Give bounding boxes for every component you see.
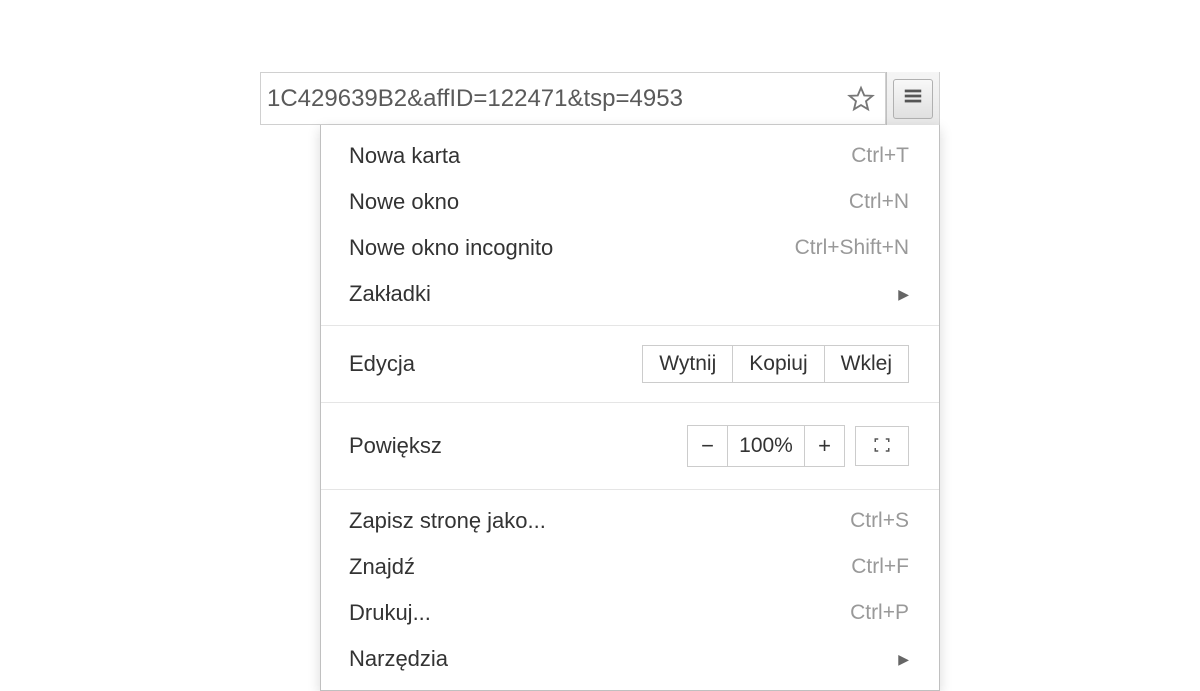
menu-label: Narzędzia [349, 646, 448, 672]
menu-section-page: Zapisz stronę jako... Ctrl+S Znajdź Ctrl… [321, 490, 939, 690]
paste-button[interactable]: Wklej [825, 345, 909, 383]
menu-label: Nowe okno [349, 189, 459, 215]
menu-item-print[interactable]: Drukuj... Ctrl+P [321, 590, 939, 636]
menu-label: Nowe okno incognito [349, 235, 553, 261]
menu-label: Edycja [349, 351, 415, 377]
zoom-controls: − 100% + [687, 425, 909, 467]
menu-item-new-window[interactable]: Nowe okno Ctrl+N [321, 179, 939, 225]
fullscreen-icon [871, 436, 893, 457]
zoom-in-button[interactable]: + [804, 426, 844, 466]
menu-label: Zapisz stronę jako... [349, 508, 546, 534]
main-menu-button[interactable] [886, 72, 939, 125]
menu-shortcut: Ctrl+T [851, 144, 909, 168]
zoom-out-button[interactable]: − [688, 426, 728, 466]
bookmark-star-icon[interactable] [847, 85, 875, 113]
menu-label: Nowa karta [349, 143, 460, 169]
menu-shortcut: Ctrl+P [850, 601, 909, 625]
menu-item-tools[interactable]: Narzędzia ▶ [321, 636, 939, 682]
zoom-stepper: − 100% + [687, 425, 845, 467]
zoom-value: 100% [728, 426, 804, 466]
browser-toolbar: 1C429639B2&affID=122471&tsp=4953 [260, 72, 940, 125]
menu-item-new-incognito[interactable]: Nowe okno incognito Ctrl+Shift+N [321, 225, 939, 271]
menu-shortcut: Ctrl+F [851, 555, 909, 579]
menu-shortcut: Ctrl+N [849, 190, 909, 214]
url-bar[interactable]: 1C429639B2&affID=122471&tsp=4953 [261, 73, 886, 124]
main-menu-dropdown: Nowa karta Ctrl+T Nowe okno Ctrl+N Nowe … [320, 125, 940, 691]
menu-shortcut: Ctrl+Shift+N [795, 236, 909, 260]
menu-item-zoom: Powiększ − 100% + [321, 411, 939, 481]
fullscreen-button[interactable] [855, 426, 909, 466]
menu-section-zoom: Powiększ − 100% + [321, 403, 939, 490]
browser-window: 1C429639B2&affID=122471&tsp=4953 [260, 72, 940, 125]
menu-item-edit: Edycja Wytnij Kopiuj Wklej [321, 334, 939, 394]
menu-shortcut: Ctrl+S [850, 509, 909, 533]
copy-button[interactable]: Kopiuj [733, 345, 824, 383]
menu-item-new-tab[interactable]: Nowa karta Ctrl+T [321, 133, 939, 179]
menu-item-save-page[interactable]: Zapisz stronę jako... Ctrl+S [321, 498, 939, 544]
menu-label: Powiększ [349, 433, 442, 459]
menu-label: Znajdź [349, 554, 415, 580]
chevron-right-icon: ▶ [898, 651, 909, 668]
menu-label: Zakładki [349, 281, 431, 307]
edit-button-group: Wytnij Kopiuj Wklej [642, 345, 909, 383]
menu-item-bookmarks[interactable]: Zakładki ▶ [321, 271, 939, 317]
menu-item-find[interactable]: Znajdź Ctrl+F [321, 544, 939, 590]
chevron-right-icon: ▶ [898, 286, 909, 303]
hamburger-icon [902, 85, 924, 112]
menu-section-edit: Edycja Wytnij Kopiuj Wklej [321, 326, 939, 403]
cut-button[interactable]: Wytnij [642, 345, 733, 383]
menu-label: Drukuj... [349, 600, 431, 626]
menu-section-windows: Nowa karta Ctrl+T Nowe okno Ctrl+N Nowe … [321, 125, 939, 326]
url-text: 1C429639B2&affID=122471&tsp=4953 [267, 85, 841, 113]
